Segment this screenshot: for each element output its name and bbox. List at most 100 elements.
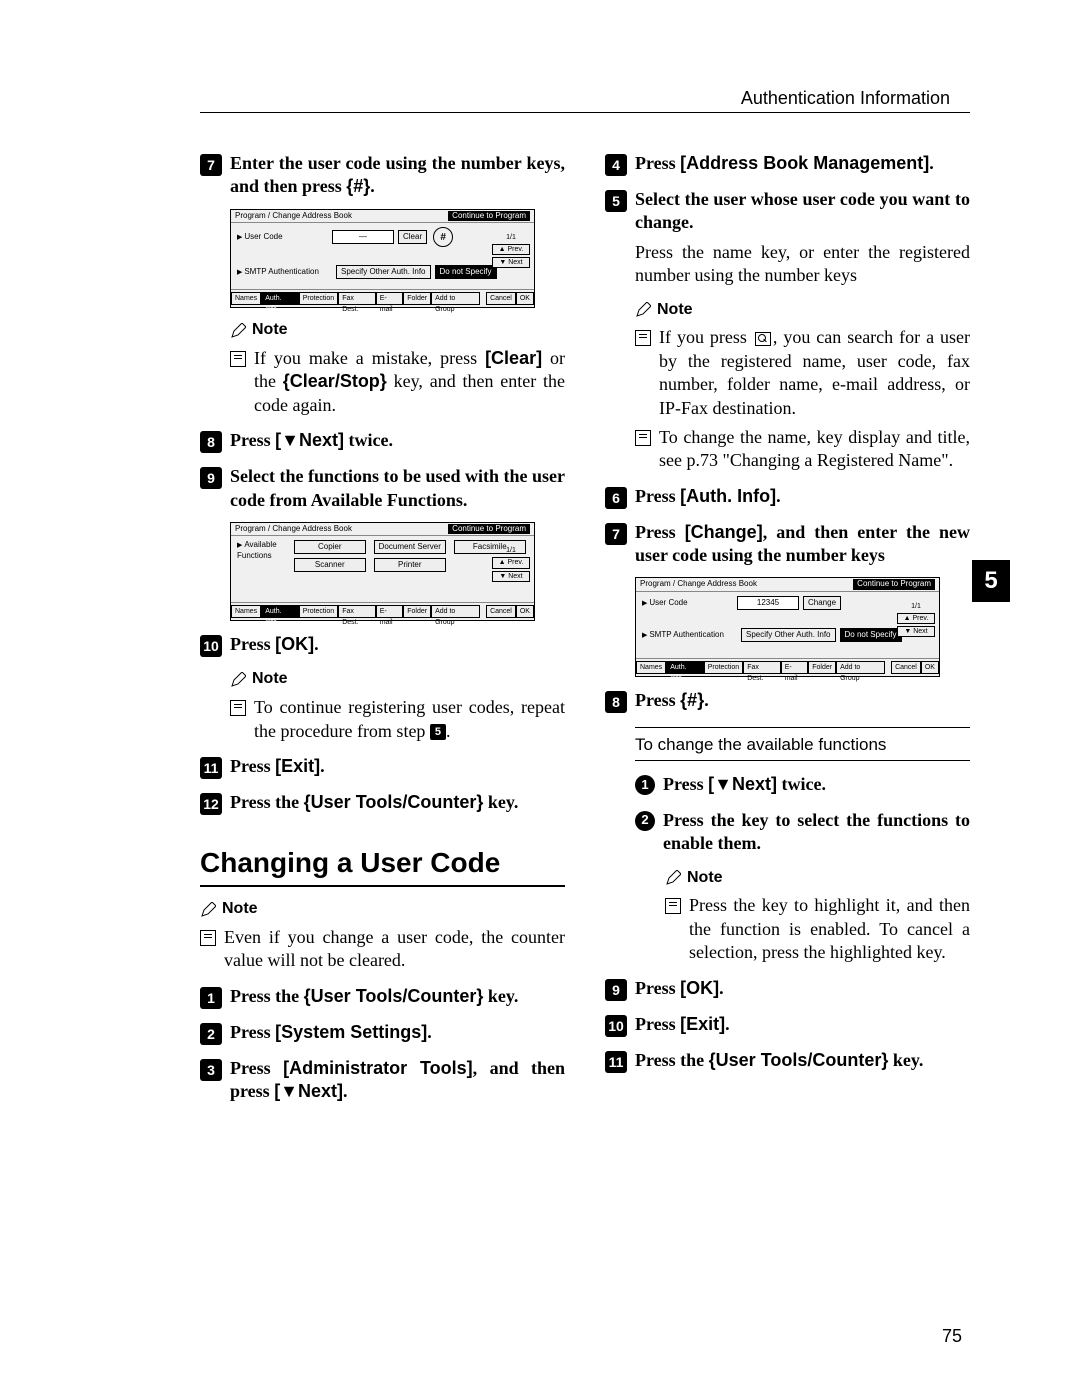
ss3-donot-button[interactable]: Do not Specify <box>840 628 902 642</box>
ss1-clear-button[interactable]: Clear <box>398 230 427 244</box>
func-copier[interactable]: Copier <box>294 540 366 554</box>
step-number-icon: 9 <box>200 467 222 489</box>
hash-key: {#} <box>346 176 370 196</box>
step-number-icon: 9 <box>605 979 627 1001</box>
noteA2: To change the name, key display and titl… <box>659 426 970 473</box>
ss1-donot-button[interactable]: Do not Specify <box>435 265 497 279</box>
tab-email[interactable]: E-mail <box>781 661 809 674</box>
ss3-change-button[interactable]: Change <box>803 596 841 610</box>
ss2-page-indicator: 1/1 <box>506 546 516 555</box>
r-step-5: 5 Select the user whose user code you wa… <box>605 188 970 235</box>
ss2-prev-button[interactable]: ▲ Prev. <box>492 557 530 568</box>
note2-text-b: . <box>446 721 451 741</box>
sub-rule <box>635 760 970 761</box>
r-step-8: 8 Press {#}. <box>605 689 970 713</box>
c-step-3: 3 Press [Administrator Tools], and then … <box>200 1057 565 1104</box>
screenshot-change-user-code: Program / Change Address Book Continue t… <box>635 577 940 676</box>
ss2-ok-button[interactable]: OK <box>516 605 534 618</box>
ss2-next-button[interactable]: ▼ Next <box>492 571 530 582</box>
bullet-icon <box>635 330 651 346</box>
sub-heading: To change the available functions <box>635 734 970 756</box>
step-9: 9 Select the functions to be used with t… <box>200 465 565 512</box>
tab-add-group[interactable]: Add to Group <box>431 292 480 305</box>
right-column: 4 Press [Address Book Management]. 5 Sel… <box>605 140 970 1104</box>
ss2-continue[interactable]: Continue to Program <box>448 524 530 534</box>
noteB-text: Press the key to highlight it, and then … <box>689 894 970 964</box>
section-title: Changing a User Code <box>200 845 565 881</box>
ss3-next-button[interactable]: ▼ Next <box>897 626 935 637</box>
tab-folder[interactable]: Folder <box>403 605 431 618</box>
running-header: Authentication Information <box>741 88 950 109</box>
tab-auth-info[interactable]: Auth. Info <box>261 605 299 618</box>
r-step-4: 4 Press [Address Book Management]. <box>605 152 970 176</box>
tab-protection[interactable]: Protection <box>299 292 339 305</box>
r-step-11: 11 Press the {User Tools/Counter} key. <box>605 1049 970 1073</box>
ss3-specify-button[interactable]: Specify Other Auth. Info <box>741 628 836 642</box>
tab-add-group[interactable]: Add to Group <box>431 605 480 618</box>
c-step-1: 1 Press the {User Tools/Counter} key. <box>200 985 565 1009</box>
step-ref-icon: 5 <box>430 724 446 740</box>
ss3-prev-button[interactable]: ▲ Prev. <box>897 613 935 624</box>
ss1-cancel-button[interactable]: Cancel <box>486 292 516 305</box>
bullet-icon <box>230 700 246 716</box>
step-11: 11 Press [Exit]. <box>200 755 565 779</box>
hash-icon[interactable]: # <box>433 227 453 247</box>
substep-number-icon: 2 <box>635 811 655 831</box>
tab-fax-dest[interactable]: Fax Dest. <box>743 661 780 674</box>
step-number-icon: 4 <box>605 154 627 176</box>
ss1-continue[interactable]: Continue to Program <box>448 211 530 221</box>
tab-add-group[interactable]: Add to Group <box>836 661 885 674</box>
noteA1-a: If you press <box>659 327 753 347</box>
ss1-next-button[interactable]: ▼ Next <box>492 257 530 268</box>
tab-folder[interactable]: Folder <box>808 661 836 674</box>
ss3-continue[interactable]: Continue to Program <box>853 579 935 589</box>
tab-auth-info[interactable]: Auth. Info <box>261 292 299 305</box>
note-bullet: To continue registering user codes, repe… <box>230 696 565 743</box>
func-scanner[interactable]: Scanner <box>294 558 366 572</box>
tab-email[interactable]: E-mail <box>376 605 404 618</box>
note-label: Note <box>665 868 970 889</box>
ss1-usercode-label: User Code <box>237 232 332 242</box>
note-label: Note <box>635 300 970 321</box>
ss2-tabs: Names Auth. Info Protection Fax Dest. E-… <box>231 602 534 620</box>
ss1-specify-button[interactable]: Specify Other Auth. Info <box>336 265 431 279</box>
page-number: 75 <box>942 1326 962 1347</box>
tab-fax-dest[interactable]: Fax Dest. <box>338 605 375 618</box>
func-printer[interactable]: Printer <box>374 558 446 572</box>
ss1-tabs: Names Auth. Info Protection Fax Dest. E-… <box>231 289 534 307</box>
tab-names[interactable]: Names <box>636 661 666 674</box>
ss3-ok-button[interactable]: OK <box>921 661 939 674</box>
ss1-page-indicator: 1/1 <box>506 233 516 242</box>
tab-protection[interactable]: Protection <box>704 661 744 674</box>
tab-fax-dest[interactable]: Fax Dest. <box>338 292 375 305</box>
tab-protection[interactable]: Protection <box>299 605 339 618</box>
step-number-icon: 5 <box>605 190 627 212</box>
step-number-icon: 12 <box>200 793 222 815</box>
func-docserver[interactable]: Document Server <box>374 540 446 554</box>
note-label: Note <box>230 669 565 690</box>
ss3-usercode-input[interactable]: 12345 <box>737 596 799 610</box>
tab-email[interactable]: E-mail <box>376 292 404 305</box>
r-step-5-body: Press the name key, or enter the registe… <box>635 241 970 288</box>
ss3-usercode-label: User Code <box>642 598 737 608</box>
tab-names[interactable]: Names <box>231 292 261 305</box>
r-step-6: 6 Press [Auth. Info]. <box>605 485 970 509</box>
ss2-cancel-button[interactable]: Cancel <box>486 605 516 618</box>
tab-names[interactable]: Names <box>231 605 261 618</box>
step-number-icon: 7 <box>200 154 222 176</box>
ss1-ok-button[interactable]: OK <box>516 292 534 305</box>
step-number-icon: 10 <box>605 1015 627 1037</box>
ss3-cancel-button[interactable]: Cancel <box>891 661 921 674</box>
tab-auth-info[interactable]: Auth. Info <box>666 661 704 674</box>
ss1-prev-button[interactable]: ▲ Prev. <box>492 244 530 255</box>
bullet-icon <box>200 930 216 946</box>
clearstop-key: {Clear/Stop} <box>283 371 387 391</box>
pencil-icon <box>200 902 216 918</box>
sub-step-2: 2 Press the key to select the functions … <box>635 809 970 856</box>
ss3-title: Program / Change Address Book <box>640 579 757 589</box>
ss1-usercode-input[interactable]: — <box>332 230 394 244</box>
step-number-icon: 6 <box>605 487 627 509</box>
pencil-icon <box>665 870 681 886</box>
ss1-title: Program / Change Address Book <box>235 211 352 221</box>
tab-folder[interactable]: Folder <box>403 292 431 305</box>
